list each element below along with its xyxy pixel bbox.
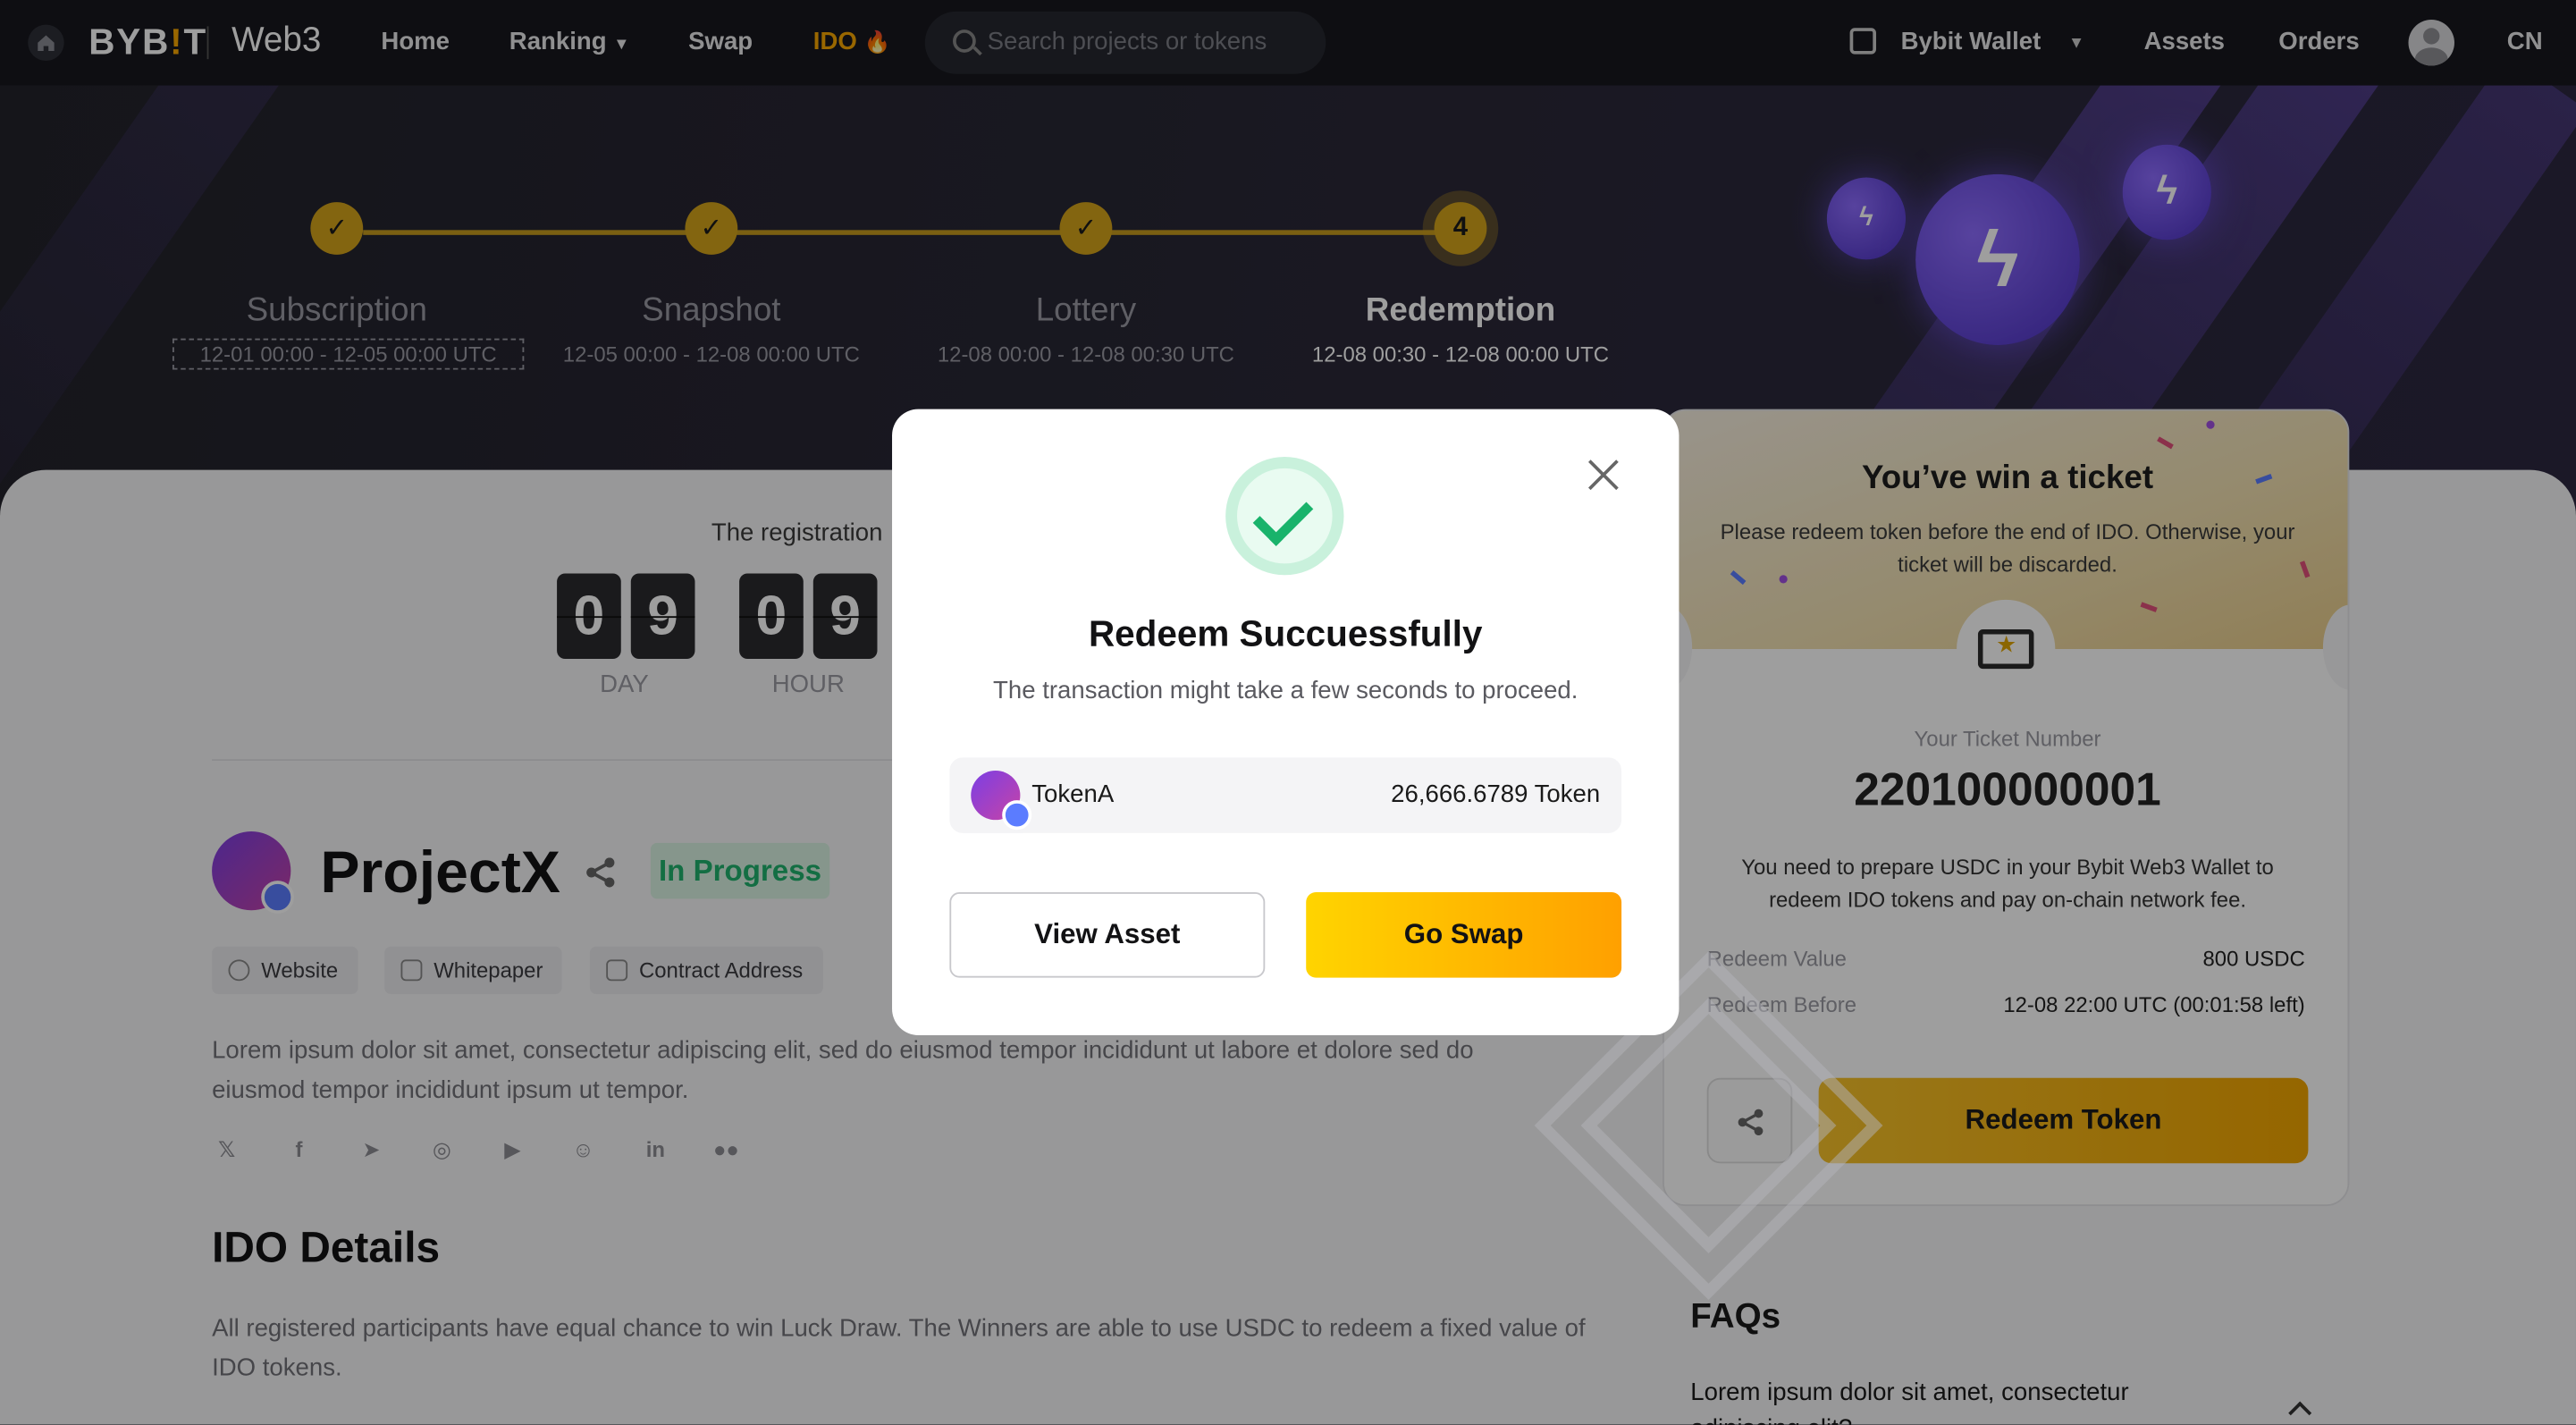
close-icon[interactable] [1587,459,1621,492]
modal-title: Redeem Succuessfully [1088,612,1483,654]
success-check-icon [1225,456,1344,576]
token-name: TokenA [1031,780,1115,809]
page-root: BYB!T Web3 Home Ranking ▼ Swap IDO 🔥 Sea… [0,0,2576,1425]
token-amount: 26,666.6789 Token [1391,780,1601,809]
modal-subtitle: The transaction might take a few seconds… [993,677,1578,705]
view-asset-button[interactable]: View Asset [949,892,1266,978]
token-logo [971,771,1032,831]
redeem-success-modal: Redeem Succuessfully The transaction mig… [892,409,1679,1035]
token-summary: TokenA 26,666.6789 Token [949,757,1622,833]
go-swap-button[interactable]: Go Swap [1306,892,1622,978]
